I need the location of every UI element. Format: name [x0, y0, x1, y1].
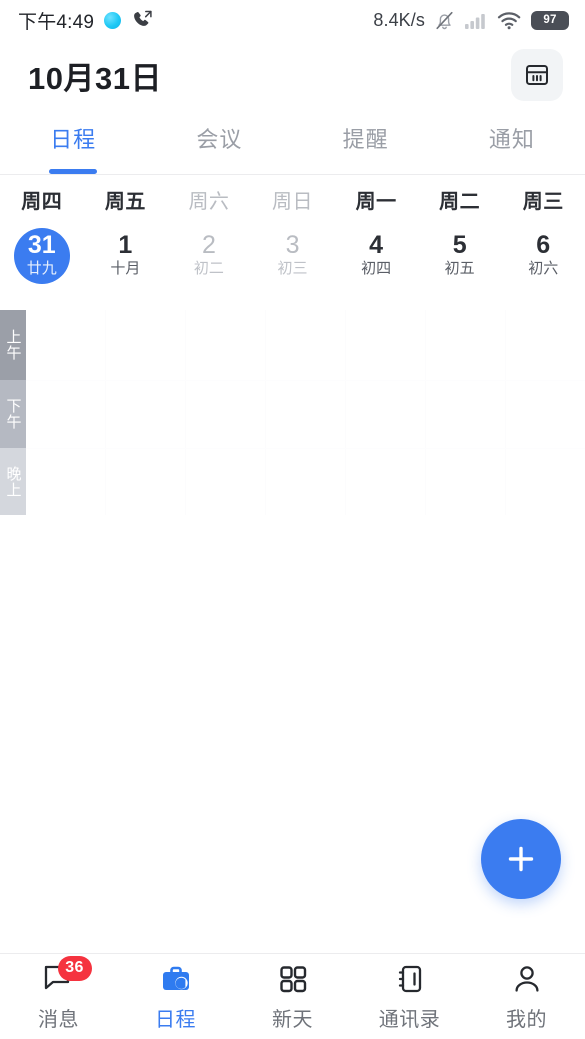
week-day-4[interactable]: 周一 4 初四 [334, 185, 418, 284]
period-afternoon[interactable]: 下午 [0, 380, 26, 448]
day-lunar: 初三 [277, 259, 308, 277]
period-morning[interactable]: 上午 [0, 310, 26, 380]
day-cell[interactable]: 2 初二 [181, 228, 237, 284]
day-lunar: 廿九 [26, 259, 57, 277]
schedule-column[interactable] [266, 310, 346, 515]
status-bar-left: 下午4:49 [18, 7, 153, 34]
signal-bars-icon [464, 11, 488, 30]
tab-notifications[interactable]: 通知 [439, 110, 585, 174]
grid-divider [26, 380, 585, 381]
nav-item-profile[interactable]: 我的 [468, 962, 585, 1032]
day-number: 3 [285, 231, 300, 260]
day-of-week-label: 周二 [439, 191, 481, 213]
day-of-week-label: 周六 [188, 191, 230, 213]
network-speed: 8.4K/s [373, 9, 425, 30]
period-rail: 上午 下午 晚上 [0, 310, 26, 515]
battery-indicator: 97 [531, 10, 569, 30]
nav-label: 通讯录 [378, 1008, 441, 1031]
week-day-0[interactable]: 周四 31 廿九 [0, 185, 84, 284]
bottom-navigation: 36 消息 日程 新天 通讯录 我的 [0, 953, 585, 1039]
schedule-grid[interactable]: 上午 下午 晚上 [0, 310, 585, 953]
wifi-icon [497, 11, 522, 30]
day-cell[interactable]: 1 十月 [97, 228, 153, 284]
tab-meetings[interactable]: 会议 [146, 110, 292, 174]
tab-label: 日程 [50, 127, 97, 152]
tab-bar: 日程 会议 提醒 通知 [0, 110, 585, 175]
day-cell[interactable]: 4 初四 [348, 228, 404, 284]
day-of-week-label: 周三 [522, 191, 564, 213]
person-icon [512, 962, 542, 996]
add-event-button[interactable] [481, 819, 561, 899]
schedule-column[interactable] [106, 310, 186, 515]
day-number: 1 [118, 231, 133, 260]
week-day-5[interactable]: 周二 5 初五 [418, 185, 502, 284]
tab-label: 提醒 [342, 127, 389, 152]
battery-level: 97 [543, 14, 557, 26]
day-of-week-label: 周一 [355, 191, 397, 213]
day-number: 5 [452, 231, 467, 260]
schedule-column[interactable] [26, 310, 106, 515]
contacts-book-icon [396, 962, 424, 996]
day-cell[interactable]: 5 初五 [432, 228, 488, 284]
day-number: 6 [536, 231, 551, 260]
nav-label: 新天 [272, 1008, 313, 1031]
plus-icon [508, 846, 534, 872]
missed-call-icon [131, 10, 153, 30]
grid-divider [26, 448, 585, 449]
status-bar-right: 8.4K/s 97 [373, 10, 569, 31]
day-cell[interactable]: 31 廿九 [13, 228, 70, 284]
nav-label: 消息 [38, 1008, 79, 1031]
day-columns [26, 310, 585, 515]
day-lunar: 初四 [361, 259, 392, 277]
nav-item-contacts[interactable]: 通讯录 [351, 962, 468, 1032]
page-title: 10月31日 [28, 60, 162, 96]
day-number: 31 [27, 231, 56, 260]
week-day-3[interactable]: 周日 3 初三 [251, 185, 335, 284]
nav-item-apps[interactable]: 新天 [234, 962, 351, 1032]
briefcase-icon [160, 962, 192, 996]
message-bubble-icon: 36 [42, 955, 92, 996]
bell-muted-icon [434, 10, 455, 31]
app-screen: 下午4:49 8.4K/s 97 10月31日 日程 会议 提醒 通知 周四 3… [0, 0, 585, 1039]
day-cell[interactable]: 6 初六 [515, 228, 571, 284]
day-lunar: 初六 [528, 259, 559, 277]
day-of-week-label: 周四 [21, 191, 63, 213]
tab-schedule[interactable]: 日程 [0, 110, 146, 174]
day-of-week-label: 周五 [104, 191, 146, 213]
nav-item-messages[interactable]: 36 消息 [0, 955, 117, 1032]
week-day-6[interactable]: 周三 6 初六 [501, 185, 585, 284]
grid-apps-icon [278, 962, 308, 996]
day-of-week-label: 周日 [272, 191, 314, 213]
page-header: 10月31日 [0, 40, 585, 110]
schedule-column[interactable] [186, 310, 266, 515]
day-lunar: 初二 [193, 259, 224, 277]
nav-label: 我的 [506, 1008, 547, 1031]
nav-label: 日程 [155, 1008, 196, 1031]
chat-dot-icon [104, 11, 122, 29]
period-evening[interactable]: 晚上 [0, 448, 26, 515]
tab-label: 通知 [488, 127, 535, 152]
day-lunar: 十月 [110, 259, 141, 277]
message-badge: 36 [57, 955, 92, 981]
status-time: 下午4:49 [18, 11, 95, 33]
calendar-month-icon[interactable] [511, 49, 563, 101]
day-lunar: 初五 [444, 259, 475, 277]
week-strip: 周四 31 廿九 周五 1 十月 周六 2 初二 周日 3 初三 周一 4 初四… [0, 175, 585, 310]
tab-active-underline [49, 169, 98, 174]
status-bar: 下午4:49 8.4K/s 97 [0, 0, 585, 40]
nav-item-schedule[interactable]: 日程 [117, 962, 234, 1032]
schedule-column[interactable] [346, 310, 426, 515]
schedule-column[interactable] [506, 310, 585, 515]
day-cell[interactable]: 3 初三 [265, 228, 321, 284]
tab-reminders[interactable]: 提醒 [293, 110, 439, 174]
tab-label: 会议 [196, 127, 243, 152]
schedule-column[interactable] [426, 310, 506, 515]
day-number: 2 [201, 231, 216, 260]
week-day-2[interactable]: 周六 2 初二 [167, 185, 251, 284]
day-number: 4 [369, 231, 384, 260]
week-day-1[interactable]: 周五 1 十月 [84, 185, 168, 284]
